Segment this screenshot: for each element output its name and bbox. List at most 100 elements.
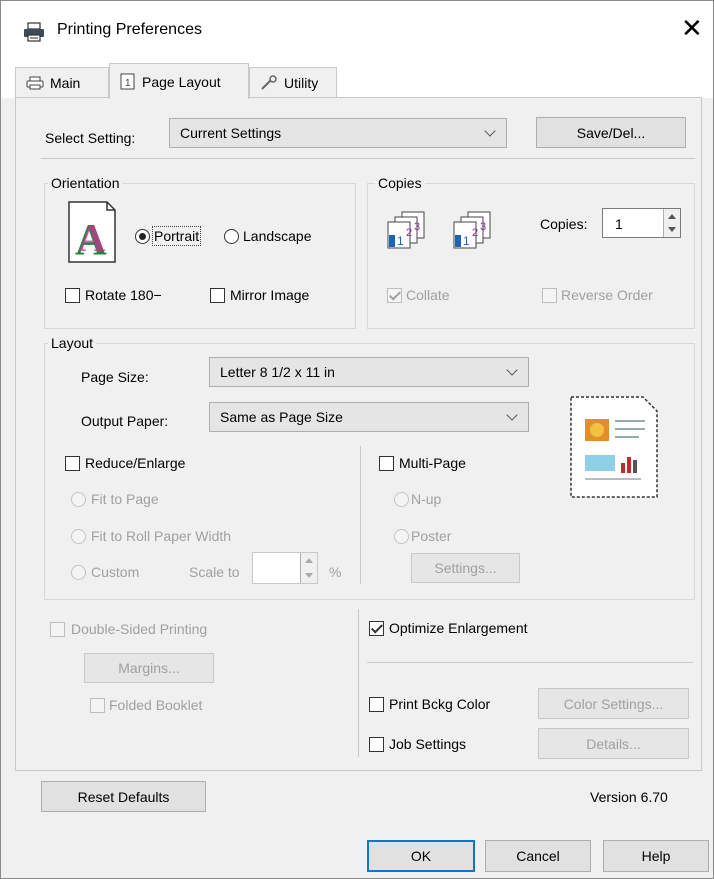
tab-main-label: Main (50, 74, 81, 91)
multi-page-label: Multi-Page (399, 455, 466, 471)
output-paper-dropdown[interactable]: Same as Page Size (209, 402, 529, 432)
optimize-enlargement-checkbox[interactable] (369, 621, 384, 636)
page-size-label: Page Size: (81, 369, 149, 385)
reset-defaults-button[interactable]: Reset Defaults (41, 781, 206, 812)
svg-text:2: 2 (406, 227, 412, 239)
poster-radio[interactable] (394, 529, 409, 544)
folded-booklet-checkbox[interactable] (90, 698, 105, 713)
options-divider (358, 609, 359, 757)
custom-label: Custom (91, 564, 140, 580)
wrench-icon (261, 74, 277, 90)
svg-text:1: 1 (397, 234, 404, 248)
scale-to-label: Scale to (189, 564, 240, 580)
svg-text:1: 1 (125, 78, 131, 89)
svg-text:3: 3 (480, 221, 486, 233)
tab-page-layout-label: Page Layout (142, 73, 221, 90)
svg-text:A: A (78, 218, 106, 260)
ok-button[interactable]: OK (367, 840, 475, 872)
print-bckg-color-checkbox[interactable] (369, 697, 384, 712)
n-up-label: N-up (411, 491, 442, 507)
percent-label: % (329, 564, 342, 580)
reverse-order-label: Reverse Order (561, 287, 653, 303)
tab-utility-label: Utility (284, 74, 319, 91)
layout-divider (360, 446, 361, 584)
portrait-radio[interactable] (135, 229, 150, 244)
poster-label: Poster (411, 528, 452, 544)
settings-button[interactable]: Settings... (411, 553, 520, 583)
custom-radio[interactable] (71, 565, 86, 580)
layout-group-label: Layout (48, 335, 97, 351)
copies-group (367, 183, 695, 329)
printing-preferences-window: Printing Preferences ✕ Main 1 Page Layou… (0, 0, 714, 879)
fit-to-roll-label: Fit to Roll Paper Width (91, 528, 232, 544)
close-icon[interactable]: ✕ (681, 15, 703, 41)
double-sided-label: Double-Sided Printing (71, 621, 208, 637)
version-label: Version 6.70 (590, 789, 668, 805)
scale-spin-buttons[interactable] (300, 553, 317, 583)
fit-to-page-label: Fit to Page (91, 491, 159, 507)
tab-utility[interactable]: Utility (249, 67, 337, 97)
orientation-group-label: Orientation (48, 175, 123, 191)
reduce-enlarge-checkbox[interactable] (65, 456, 80, 471)
chevron-down-icon (506, 364, 518, 376)
reduce-enlarge-label: Reduce/Enlarge (85, 455, 186, 471)
landscape-label: Landscape (243, 228, 312, 244)
copies-group-label: Copies (375, 175, 425, 191)
portrait-orientation-icon: A A (68, 201, 116, 264)
reverse-copies-icon: 1 2 3 (453, 211, 491, 249)
output-paper-value: Same as Page Size (220, 409, 343, 425)
fit-to-roll-radio[interactable] (71, 529, 86, 544)
save-del-button[interactable]: Save/Del... (536, 117, 686, 148)
page-preview-icon (570, 396, 658, 498)
job-settings-checkbox[interactable] (369, 737, 384, 752)
copies-value: 1 (615, 216, 623, 232)
landscape-radio[interactable] (224, 229, 239, 244)
copies-label: Copies: (540, 216, 588, 232)
portrait-label: Portrait (151, 226, 202, 246)
n-up-radio[interactable] (394, 492, 409, 507)
svg-text:3: 3 (414, 221, 420, 233)
color-settings-button[interactable]: Color Settings... (538, 688, 689, 719)
copies-spinner[interactable]: 1 (602, 208, 681, 238)
collate-checkbox[interactable] (387, 288, 402, 303)
collate-label: Collate (406, 287, 450, 303)
rotate-180-label: Rotate 180− (85, 287, 162, 303)
details-button[interactable]: Details... (538, 728, 689, 759)
rotate-180-checkbox[interactable] (65, 288, 80, 303)
tab-main[interactable]: Main (15, 67, 109, 97)
svg-text:2: 2 (472, 227, 478, 239)
collate-copies-icon: 1 2 3 (387, 211, 425, 249)
title-bar: Printing Preferences ✕ (1, 1, 713, 63)
scale-to-spinner[interactable] (252, 552, 318, 584)
help-button[interactable]: Help (603, 840, 709, 872)
select-setting-value: Current Settings (180, 125, 282, 141)
printer-icon (24, 22, 44, 42)
tab-page-layout[interactable]: 1 Page Layout (109, 63, 249, 99)
select-setting-label: Select Setting: (45, 130, 136, 146)
window-title: Printing Preferences (57, 21, 202, 38)
double-sided-checkbox[interactable] (50, 622, 65, 637)
reverse-order-checkbox[interactable] (542, 288, 557, 303)
chevron-down-icon (484, 125, 496, 137)
fit-to-page-radio[interactable] (71, 492, 86, 507)
mirror-image-checkbox[interactable] (210, 288, 225, 303)
print-bckg-color-label: Print Bckg Color (389, 696, 491, 712)
options-hline (367, 662, 693, 663)
select-setting-dropdown[interactable]: Current Settings (169, 118, 507, 148)
printer-icon (26, 76, 44, 89)
page-layout-icon: 1 (120, 73, 135, 89)
job-settings-label: Job Settings (389, 736, 467, 752)
output-paper-label: Output Paper: (81, 413, 169, 429)
page-size-dropdown[interactable]: Letter 8 1/2 x 11 in (209, 357, 529, 387)
copies-spin-buttons[interactable] (663, 209, 680, 237)
divider (41, 158, 695, 159)
mirror-image-label: Mirror Image (230, 287, 310, 303)
margins-button[interactable]: Margins... (84, 653, 214, 683)
chevron-down-icon (506, 409, 518, 421)
folded-booklet-label: Folded Booklet (109, 697, 203, 713)
cancel-button[interactable]: Cancel (485, 840, 591, 872)
svg-text:1: 1 (463, 234, 470, 248)
optimize-enlargement-label: Optimize Enlargement (389, 620, 528, 636)
multi-page-checkbox[interactable] (379, 456, 394, 471)
page-size-value: Letter 8 1/2 x 11 in (220, 364, 335, 380)
